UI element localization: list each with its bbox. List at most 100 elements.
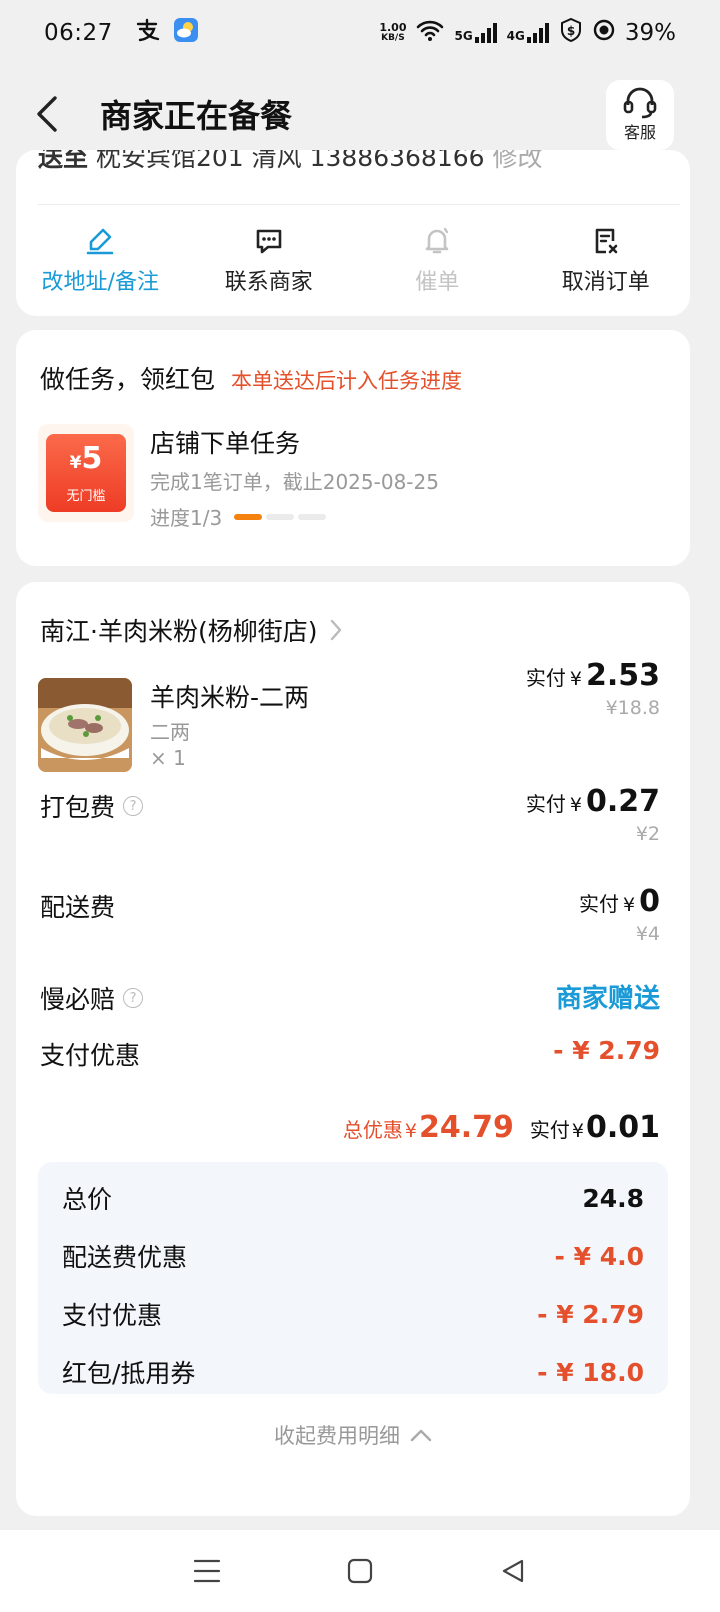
- chevron-up-icon: [410, 1429, 432, 1442]
- slow-compensation-row: 慢必赔 ?: [40, 980, 144, 1016]
- food-quantity: × 1: [150, 746, 186, 770]
- status-time: 06:27: [44, 20, 113, 46]
- item-price: 实付 ¥ 2.53 ¥18.8: [526, 658, 660, 719]
- edit-icon: [86, 228, 114, 255]
- fee-detail-value: - ¥ 18.0: [537, 1357, 644, 1387]
- original-price: ¥4: [635, 923, 660, 945]
- action-row: 改地址/备注 联系商家 催单 取消订单: [16, 216, 690, 306]
- edit-address-link[interactable]: 修改: [493, 150, 543, 172]
- currency: ¥: [623, 894, 636, 916]
- task-progress-bar: [234, 513, 327, 520]
- square-icon: [347, 1558, 373, 1584]
- urge-order-label: 催单: [415, 270, 460, 295]
- food-name: 羊肉米粉-二两: [150, 683, 310, 712]
- payment-discount-value: - ¥ 2.79: [553, 1036, 660, 1065]
- coupon-currency: ¥: [69, 452, 82, 473]
- signal-5g-icon: 5G: [454, 23, 497, 43]
- svg-text:$: $: [567, 24, 575, 38]
- urge-order-button[interactable]: 催单: [353, 216, 522, 306]
- total-discount: 总优惠 ¥ 24.79: [342, 1110, 514, 1145]
- contact-merchant-label: 联系商家: [224, 270, 313, 295]
- fee-detail-row: 配送费优惠 - ¥ 4.0: [62, 1238, 644, 1274]
- battery-icon: [593, 19, 615, 47]
- menu-button[interactable]: [187, 1551, 227, 1591]
- coupon-amount: 5: [81, 440, 103, 476]
- fee-detail-box: 总价 24.8 配送费优惠 - ¥ 4.0 支付优惠 - ¥ 2.79 红包/抵用券 - ¥ …: [38, 1162, 668, 1394]
- paid-value: 0: [639, 884, 660, 919]
- back-button[interactable]: [18, 84, 78, 144]
- divider: [38, 204, 680, 205]
- signal-4g-icon: 4G: [507, 23, 549, 43]
- delivery-fee-price: 实付 ¥ 0 ¥4: [579, 884, 660, 945]
- fee-detail-label: 配送费优惠: [62, 1243, 188, 1272]
- task-title: 做任务，领红包: [40, 365, 216, 394]
- task-description: 完成1笔订单，截止2025-08-25: [150, 470, 439, 494]
- address-label: 送至: [38, 150, 89, 172]
- red-envelope-coupon: ¥5 无门槛: [38, 424, 134, 522]
- system-back-button[interactable]: [493, 1551, 533, 1591]
- task-progress-text: 进度1/3: [150, 506, 223, 530]
- home-button[interactable]: [340, 1551, 380, 1591]
- cancel-doc-icon: [595, 228, 618, 254]
- progress-segment: [234, 513, 263, 520]
- food-image[interactable]: [38, 678, 132, 772]
- order-actions-card: 送至 枕安宾馆201 清风 13886368166 修改 改地址/备注 联系商家…: [16, 150, 690, 316]
- wifi-icon: [416, 19, 444, 47]
- cancel-order-label: 取消订单: [561, 270, 650, 295]
- cancel-order-button[interactable]: 取消订单: [522, 216, 691, 306]
- alipay-icon: [135, 18, 161, 48]
- nav-header: 商家正在备餐 客服: [0, 66, 720, 162]
- net-speed: 1.00 KB/S: [379, 21, 407, 43]
- chevron-left-icon: [37, 96, 57, 132]
- paid-label: 实付: [525, 792, 566, 816]
- battery-percent: 39%: [624, 20, 676, 46]
- fee-detail-label: 红包/抵用券: [62, 1359, 196, 1388]
- weather-icon: [173, 17, 199, 49]
- status-bar: 06:27 1.00 KB/S 5G 4G $ 39%: [0, 0, 720, 66]
- paid-value: 2.53: [585, 658, 660, 693]
- shop-link[interactable]: 南江·羊肉米粉(杨柳街店): [40, 612, 343, 648]
- order-detail-card: 南江·羊肉米粉(杨柳街店) 羊肉米粉-二两 二两 × 1 实付 ¥ 2.53 ¥…: [16, 582, 690, 1516]
- headset-icon: [623, 87, 657, 119]
- total-paid: 实付 ¥ 0.01: [529, 1110, 660, 1145]
- fee-detail-label: 支付优惠: [62, 1301, 163, 1330]
- original-price: ¥2: [635, 823, 660, 845]
- bell-icon: [425, 227, 449, 254]
- task-name: 店铺下单任务: [150, 429, 301, 458]
- fee-detail-value: - ¥ 4.0: [554, 1241, 644, 1271]
- task-card[interactable]: 做任务，领红包 本单送达后计入任务进度 ¥5 无门槛 店铺下单任务 完成1笔订单…: [16, 330, 690, 566]
- task-progress: 进度1/3: [150, 502, 327, 531]
- slow-compensation-label: 慢必赔: [40, 985, 116, 1014]
- shop-name: 南江·羊肉米粉(杨柳街店): [40, 617, 318, 646]
- help-icon[interactable]: ?: [123, 988, 144, 1008]
- payment-discount-row: 支付优惠: [40, 1036, 140, 1072]
- collapse-label: 收起费用明细: [274, 1424, 400, 1448]
- order-summary: 总优惠 ¥ 24.79 实付 ¥ 0.01: [343, 1110, 660, 1145]
- customer-service-label: 客服: [623, 123, 656, 142]
- fee-detail-row: 总价 24.8: [62, 1180, 644, 1216]
- address-text: 枕安宾馆201 清风 13886368166: [95, 150, 485, 172]
- paid-label: 实付: [579, 892, 620, 916]
- triangle-back-icon: [503, 1559, 524, 1583]
- help-icon[interactable]: ?: [123, 796, 144, 816]
- fee-detail-value: - ¥ 2.79: [537, 1299, 644, 1329]
- chat-icon: [256, 229, 282, 254]
- currency: ¥: [569, 794, 582, 816]
- fee-detail-row: 红包/抵用券 - ¥ 18.0: [62, 1354, 644, 1390]
- edit-address-label: 改地址/备注: [41, 270, 159, 295]
- customer-service-button[interactable]: 客服: [606, 80, 674, 150]
- paid-value: 0.27: [585, 784, 660, 819]
- edit-address-button[interactable]: 改地址/备注: [16, 216, 185, 306]
- collapse-fee-detail-button[interactable]: 收起费用明细: [16, 1420, 690, 1450]
- contact-merchant-button[interactable]: 联系商家: [185, 216, 354, 306]
- payment-discount-label: 支付优惠: [40, 1041, 141, 1070]
- fee-detail-value: 24.8: [582, 1183, 644, 1213]
- fee-detail-row: 支付优惠 - ¥ 2.79: [62, 1296, 644, 1332]
- food-spec: 二两: [150, 720, 190, 744]
- delivery-fee-row: 配送费: [40, 888, 115, 924]
- task-subtitle: 本单送达后计入任务进度: [231, 369, 463, 393]
- delivery-fee-label: 配送费: [40, 893, 116, 922]
- fee-detail-label: 总价: [62, 1185, 113, 1214]
- packing-fee-row: 打包费 ?: [40, 788, 144, 824]
- progress-segment: [298, 513, 327, 520]
